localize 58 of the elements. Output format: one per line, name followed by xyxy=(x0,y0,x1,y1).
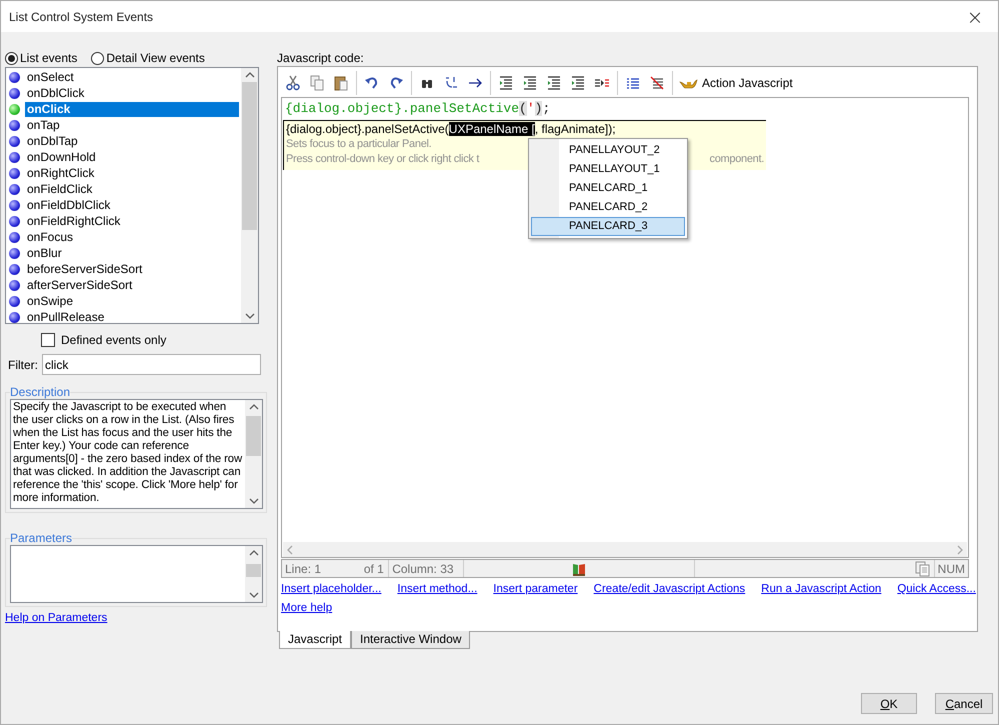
filter-field[interactable]: click xyxy=(42,354,261,375)
help-link[interactable]: Help on Parameters xyxy=(5,612,108,624)
tab[interactable]: Interactive Window xyxy=(351,631,470,649)
event-item[interactable]: onFocus xyxy=(25,230,239,244)
event-item[interactable]: onFieldClick xyxy=(25,182,239,196)
status-text: NUM xyxy=(936,560,966,577)
book-icon xyxy=(572,562,586,576)
event-item[interactable]: beforeServerSideSort xyxy=(25,262,239,276)
status-text: Column: 33 xyxy=(389,560,464,577)
completion-item[interactable]: PANELLAYOUT_2 xyxy=(531,141,685,160)
event-item[interactable]: onPullRelease xyxy=(25,310,239,324)
group-title: Parameters xyxy=(10,531,72,545)
editor-link[interactable]: Create/edit Javascript Actions xyxy=(594,583,746,595)
event-item[interactable]: onSelect xyxy=(25,70,239,84)
completion-item[interactable]: PANELCARD_3 xyxy=(531,217,685,236)
group-title: Description xyxy=(10,385,70,399)
more-help-link[interactable]: More help xyxy=(281,602,332,614)
dialog-button[interactable]: OK xyxy=(861,693,917,714)
event-item[interactable]: afterServerSideSort xyxy=(25,278,239,292)
radio-option[interactable]: List events xyxy=(5,51,78,65)
tooltip-text: component. xyxy=(710,152,764,167)
event-item[interactable]: onDblClick xyxy=(25,86,239,100)
editor-link[interactable]: Insert placeholder... xyxy=(281,583,382,595)
editor-link[interactable]: Quick Access... xyxy=(897,583,976,595)
close-button[interactable]: × xyxy=(952,1,998,32)
status-text: Line: 1 xyxy=(284,560,322,577)
event-item[interactable]: onTap xyxy=(25,118,239,132)
window-title: List Control System Events xyxy=(9,10,154,24)
event-item[interactable]: onClick xyxy=(25,102,239,116)
signature-text: {dialog.object}.panelSetActive(UXPanelName [, flagAnimate]); xyxy=(286,122,616,137)
checkbox-label: Defined events only xyxy=(61,333,166,347)
event-item[interactable]: onBlur xyxy=(25,246,239,260)
radio-label: List events xyxy=(20,51,78,65)
vertical-scrollbar[interactable] xyxy=(241,68,258,323)
code-line: {dialog.object}.panelSetActive('); xyxy=(284,100,552,117)
editor-link[interactable]: Insert method... xyxy=(397,583,478,595)
checkbox[interactable] xyxy=(41,333,55,347)
tab[interactable]: Javascript xyxy=(279,631,352,649)
editor-link[interactable]: Run a Javascript Action xyxy=(761,583,882,595)
event-item[interactable]: onFieldRightClick xyxy=(25,214,239,228)
completion-item[interactable]: PANELLAYOUT_1 xyxy=(531,160,685,179)
section-label: Javascript code: xyxy=(277,50,365,66)
status-text: of 1 xyxy=(360,560,390,577)
description-text: Specify the Javascript to be executed when the user clicks on a row in the List. (Also fires when the List has focus and the user hits the Enter key.) Your code can reference arguments[0] - the zero based index of the row that was clicked. In addition the Javascript can reference the 'this' scope. Click 'More help' for more information. xyxy=(12,400,244,506)
editor-link[interactable]: Insert parameter xyxy=(493,583,578,595)
completion-item[interactable]: PANELCARD_1 xyxy=(531,179,685,198)
event-item[interactable]: onDblTap xyxy=(25,134,239,148)
completion-item[interactable]: PANELCARD_2 xyxy=(531,198,685,217)
filter-label: Filter: xyxy=(8,358,38,372)
event-item[interactable]: onSwipe xyxy=(25,294,239,308)
event-item[interactable]: onDownHold xyxy=(25,150,239,164)
dialog-button[interactable]: Cancel xyxy=(935,693,993,714)
event-item[interactable]: onRightClick xyxy=(25,166,239,180)
vertical-scrollbar[interactable] xyxy=(245,400,262,508)
action-javascript-button[interactable]: Action Javascript xyxy=(676,71,796,95)
tooltip-text: Press control-down key or click right click t xyxy=(286,152,480,167)
tooltip-text: Sets focus to a particular Panel. xyxy=(286,137,432,152)
event-item[interactable]: onFieldDblClick xyxy=(25,198,239,212)
